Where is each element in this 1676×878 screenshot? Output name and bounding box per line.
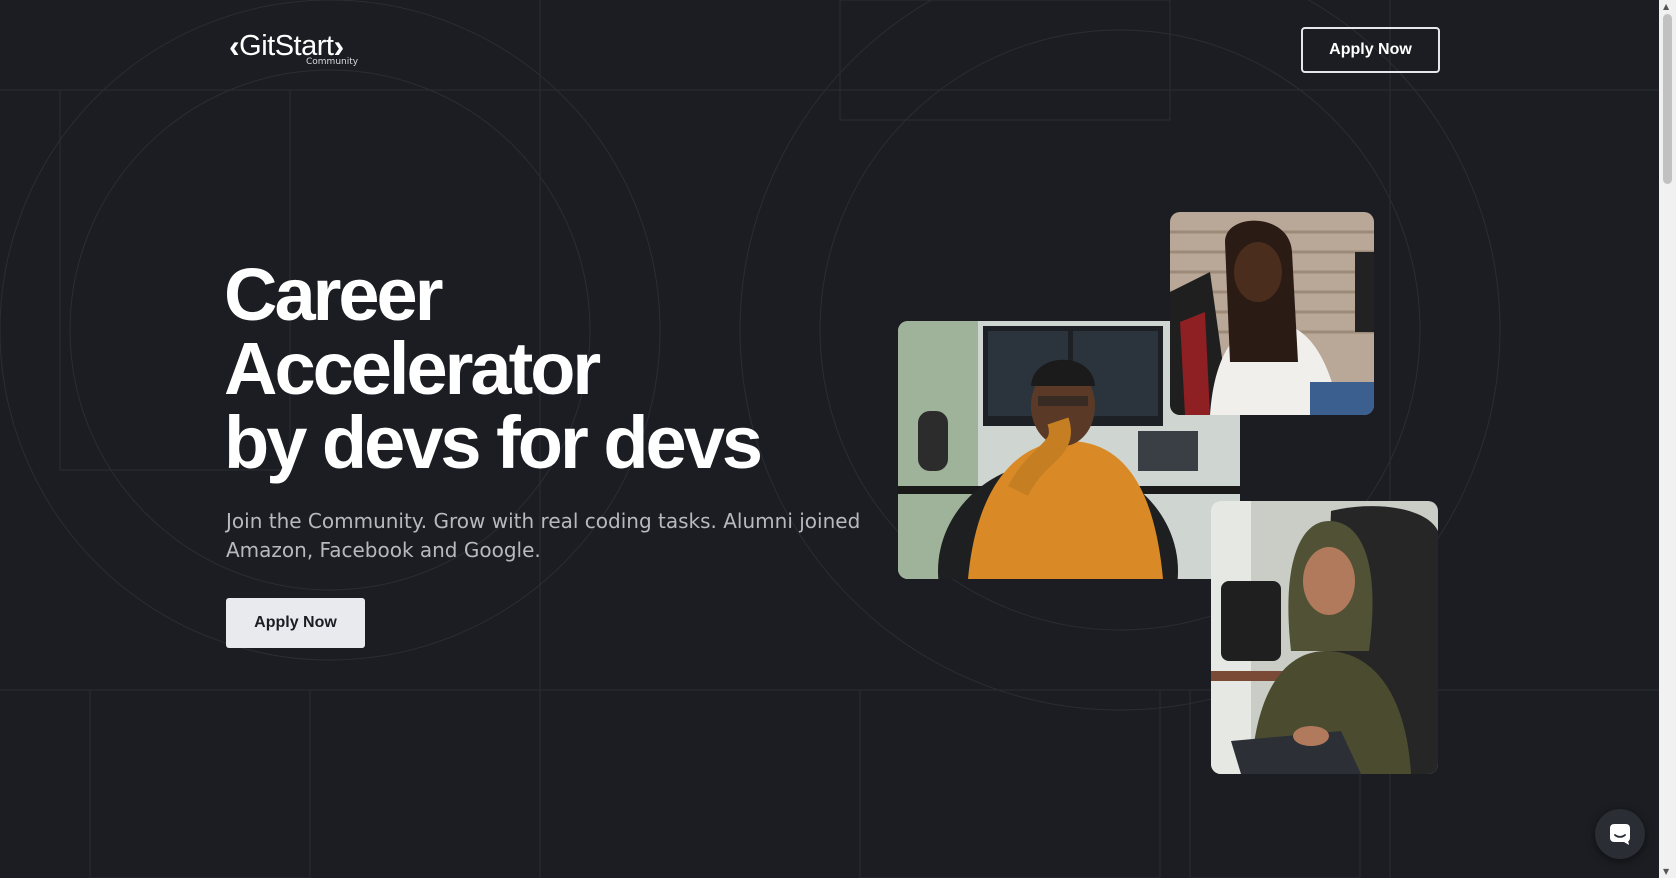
developer-white-blouse-photo — [1170, 212, 1374, 415]
chat-bubble-icon — [1610, 824, 1630, 845]
chat-launcher-button[interactable] — [1595, 809, 1645, 859]
hero-apply-button[interactable]: Apply Now — [226, 598, 365, 648]
hero-subtext: Join the Community. Grow with real codin… — [226, 509, 861, 562]
developer-hijab-photo — [1211, 501, 1438, 774]
headline-line-2: Accelerator — [224, 327, 601, 410]
header-apply-button[interactable]: Apply Now — [1301, 27, 1440, 73]
page-scrollbar[interactable]: ▲ ▼ — [1659, 0, 1676, 878]
scroll-up-icon[interactable]: ▲ — [1663, 2, 1669, 11]
scroll-down-icon[interactable]: ▼ — [1663, 867, 1669, 876]
chevron-left-icon: ‹ — [229, 28, 240, 64]
gitstart-logo[interactable]: ‹ GitStart › Community — [229, 28, 358, 67]
headline-line-1: Career — [224, 253, 444, 336]
headline-line-3: by devs for devs — [224, 401, 763, 484]
scrollbar-thumb[interactable] — [1663, 14, 1672, 184]
hero-headline: Career Accelerator by devs for devs — [224, 253, 763, 484]
logo-subtitle: Community — [306, 57, 359, 67]
